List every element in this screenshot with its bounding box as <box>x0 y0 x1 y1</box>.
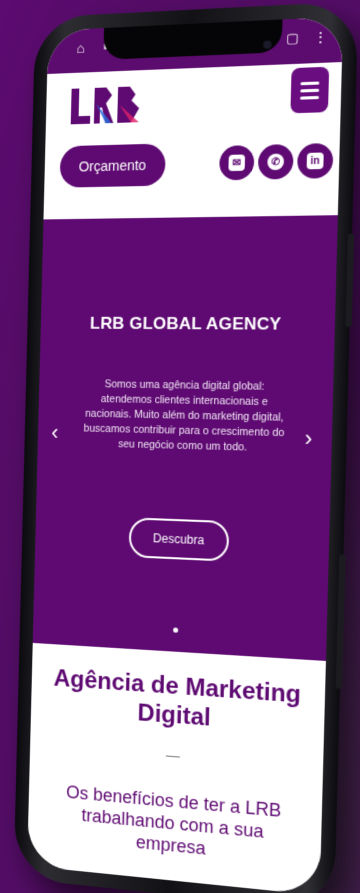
hero-text: Somos uma agência digital global: atende… <box>83 378 285 454</box>
linkedin-button[interactable]: in <box>296 142 334 179</box>
more-icon: ⋮ <box>312 28 329 46</box>
quote-button[interactable]: Orçamento <box>59 143 166 188</box>
intro-section: Agência de Marketing Digital Os benefíci… <box>27 642 326 893</box>
linkedin-icon: in <box>306 152 324 170</box>
carousel-next-icon[interactable]: › <box>304 425 312 452</box>
hero-title: LRB GLOBAL AGENCY <box>89 313 282 334</box>
background: ⌂ ■ ▢ ⋮ Orçamento <box>0 0 360 893</box>
menu-line <box>300 80 320 85</box>
phone-mockup: ⌂ ■ ▢ ⋮ Orçamento <box>2 0 360 893</box>
site-header: Orçamento ✉ ✆ in <box>43 62 342 220</box>
whatsapp-icon: ✆ <box>267 153 285 171</box>
phone-screen: ⌂ ■ ▢ ⋮ Orçamento <box>27 16 344 893</box>
menu-line <box>300 95 319 100</box>
side-button <box>345 233 355 327</box>
menu-line <box>300 88 320 92</box>
camera-icon <box>263 40 272 49</box>
section-subheading: Os benefícios de ter a LRB trabalhando c… <box>65 782 282 859</box>
discover-button[interactable]: Descubra <box>128 517 230 562</box>
carousel-dot[interactable] <box>173 627 179 633</box>
hero-carousel: LRB GLOBAL AGENCY Somos uma agência digi… <box>32 215 338 661</box>
lrb-logo[interactable] <box>67 82 150 133</box>
whatsapp-button[interactable]: ✆ <box>257 144 294 180</box>
divider <box>165 755 180 758</box>
tabs-icon: ▢ <box>285 29 300 46</box>
home-icon: ⌂ <box>76 39 85 57</box>
carousel-prev-icon[interactable]: ‹ <box>51 420 59 446</box>
email-icon: ✉ <box>228 154 246 172</box>
section-heading: Agência de Marketing Digital <box>53 664 302 732</box>
hamburger-menu-button[interactable] <box>290 66 330 114</box>
email-button[interactable]: ✉ <box>219 145 255 181</box>
